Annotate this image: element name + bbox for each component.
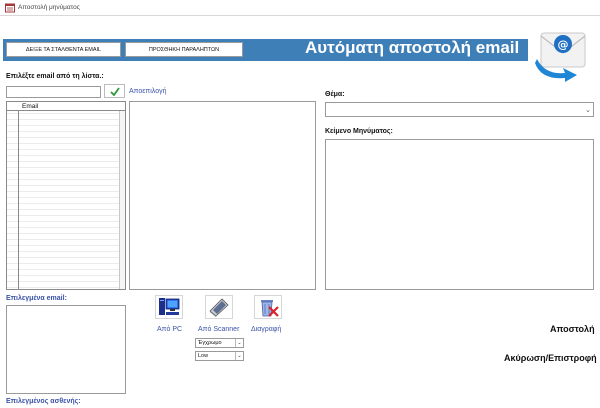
color-mode-value: Έγχρωμο	[198, 340, 222, 346]
show-sent-emails-button[interactable]: ΔΕΙΞΕ ΤΑ ΣΤΑΛΘΕΝΤΑ EMAIL	[6, 42, 121, 57]
form-icon	[5, 3, 15, 13]
email-picker-label: Επιλέξτε email από τη λίστα.:	[6, 73, 104, 80]
attach-from-scanner-button[interactable]	[205, 295, 233, 319]
add-recipients-button[interactable]: ΠΡΟΣΘΗΚΗ ΠΑΡΑΛΗΠΤΩΝ	[125, 42, 243, 57]
delete-attachment-label: Διαγραφή	[251, 326, 282, 333]
message-textarea[interactable]	[325, 139, 594, 290]
deselect-link[interactable]: Αποεπιλογή	[129, 88, 166, 95]
window-title-bar: Αποστολή μηνύματος	[0, 0, 600, 16]
chevron-down-icon[interactable]: ⌄	[235, 339, 243, 347]
selected-recipients-list[interactable]	[129, 101, 316, 290]
email-picker-input[interactable]	[6, 86, 101, 98]
cancel-return-button[interactable]: Ακύρωση/Επιστροφή	[504, 353, 597, 363]
selected-emails-box[interactable]	[6, 305, 126, 394]
grid-scrollbar[interactable]	[119, 111, 125, 289]
selected-patient-label: Επιλεγμένος ασθενής:	[6, 398, 81, 405]
attach-from-scanner-label: Από Scanner	[198, 326, 240, 333]
subject-label: Θέμα:	[325, 91, 345, 98]
scan-quality-value: Low	[198, 353, 209, 359]
scanner-icon	[209, 298, 229, 317]
delete-attachment-button[interactable]	[254, 295, 282, 319]
chevron-down-icon[interactable]: ⌄	[585, 106, 591, 114]
row-selector-column[interactable]	[7, 102, 19, 289]
scan-quality-select[interactable]: Low ⌄	[195, 351, 244, 361]
window-title: Αποστολή μηνύματος	[18, 4, 80, 11]
confirm-email-button[interactable]	[104, 84, 125, 98]
attach-from-pc-button[interactable]	[155, 295, 183, 319]
page-title: Αυτόματη αποστολή email	[305, 38, 520, 57]
computer-icon	[159, 298, 180, 315]
delete-icon	[261, 300, 279, 317]
attach-from-pc-label: Από PC	[157, 326, 183, 333]
svg-text:@: @	[558, 38, 569, 51]
grid-column-email[interactable]: Email	[22, 103, 38, 110]
subject-combo[interactable]: ⌄	[325, 102, 594, 117]
selected-emails-label: Επιλεγμένα email:	[6, 295, 67, 302]
color-mode-select[interactable]: Έγχρωμο ⌄	[195, 338, 244, 348]
checkmark-icon	[109, 86, 120, 96]
email-envelope-icon: @	[535, 32, 586, 82]
chevron-down-icon[interactable]: ⌄	[235, 352, 243, 360]
send-button[interactable]: Αποστολή	[550, 324, 595, 334]
email-list-grid[interactable]: Email	[6, 101, 126, 290]
message-label: Κείμενο Μηνύματος:	[325, 128, 393, 135]
